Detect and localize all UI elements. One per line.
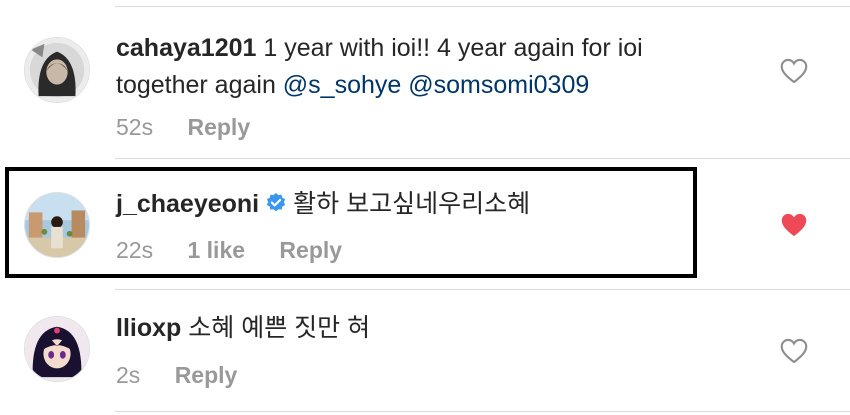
avatar[interactable] — [24, 37, 90, 103]
heart-outline-icon[interactable] — [780, 58, 808, 84]
comment-meta: 2s Reply — [116, 362, 265, 389]
mention-link[interactable]: @s_sohye — [283, 71, 402, 99]
comment-body: 활하 보고싶네우리소혜 — [293, 190, 531, 218]
divider-top — [115, 6, 850, 7]
comment-text: llioxp 소혜 예쁜 짓만 혀 — [116, 310, 676, 347]
divider — [115, 289, 850, 290]
timestamp: 52s — [116, 114, 154, 140]
avatar[interactable] — [24, 316, 90, 382]
username-link[interactable]: j_chaeyeoni — [116, 190, 259, 218]
divider-bottom — [115, 411, 850, 412]
comment-meta: 22s 1 like Reply — [116, 237, 370, 264]
username-link[interactable]: llioxp — [116, 314, 181, 342]
reply-button[interactable]: Reply — [279, 237, 342, 263]
comment-body: 소혜 예쁜 짓만 혀 — [188, 314, 371, 342]
reply-button[interactable]: Reply — [187, 114, 250, 140]
comment-text: cahaya1201 1 year with ioi!! 4 year agai… — [116, 30, 736, 104]
reply-button[interactable]: Reply — [175, 362, 238, 388]
timestamp: 2s — [116, 362, 141, 388]
verified-badge-icon — [265, 192, 287, 214]
timestamp: 22s — [116, 237, 154, 263]
mention-link[interactable]: @somsomi0309 — [408, 71, 589, 99]
username-link[interactable]: cahaya1201 — [116, 34, 256, 62]
heart-outline-icon[interactable] — [780, 338, 808, 364]
avatar[interactable] — [24, 192, 90, 258]
likes-count-link[interactable]: 1 like — [187, 237, 245, 263]
comment-meta: 52s Reply — [116, 114, 278, 141]
divider — [115, 158, 850, 159]
comment-text: j_chaeyeoni 활하 보고싶네우리소혜 — [116, 186, 676, 223]
heart-filled-icon[interactable] — [780, 212, 808, 238]
